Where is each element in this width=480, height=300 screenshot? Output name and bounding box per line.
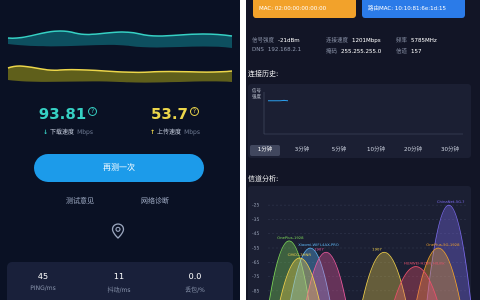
device-mac-card: MAC: 02:00:00:00:00:00 [253, 0, 356, 18]
upload-arrow-icon: ↑ [150, 129, 156, 136]
channel-y-tick-label: -55 [252, 246, 259, 252]
upload-label: 上传速度 [157, 129, 182, 136]
link-speed-info: 连接速度 1201Mbps [326, 38, 381, 44]
history-ylabel-line1: 信号 [252, 87, 261, 94]
router-mac-card: 路由MAC: 10:10:81:6e:1d:15 [362, 0, 465, 18]
signal-strength-info: 信号强度 -21dBm [252, 38, 300, 44]
network-name-label: 1907 [314, 246, 324, 251]
channel-y-tick-label: -85 [252, 288, 259, 294]
dns-info: DNS 192.168.2.1 [252, 47, 302, 53]
network-name-label: 1907 [372, 246, 382, 251]
location-pin-icon[interactable] [111, 223, 125, 239]
ping-label: PING/ms [30, 285, 56, 292]
upload-unit: Mbps [184, 129, 200, 136]
tab-5min[interactable]: 5分钟 [324, 145, 354, 156]
tab-1min[interactable]: 1分钟 [250, 145, 280, 156]
network-name-label: ChinaNet-5G-? [437, 199, 465, 204]
netmask-info: 掩码 255.255.255.0 [326, 49, 382, 55]
ping-stat: 45 PING/ms [13, 272, 73, 292]
network-name-label: CMCC-3HNR [288, 252, 312, 257]
download-info-icon[interactable]: ? [88, 107, 98, 116]
speed-waveform [7, 30, 233, 83]
packet-loss-label: 丢包/% [185, 287, 205, 294]
network-name-label: OnePlus-5G-1928 [426, 242, 460, 247]
frequency-info: 频率 5785MHz [396, 38, 437, 44]
stats-panel: 45 PING/ms 11 抖动/ms 0.0 丢包/% [7, 262, 233, 300]
speedtest-screen: 93.81? ↓ 下载速度 Mbps 53.7? ↑ 上传速度 Mbps 再测一次 测试… [0, 0, 240, 300]
channel-chart: -25 -35 -45 -55 -65 -75 -85 ChinaNet-5G-? OnePlu… [252, 199, 471, 300]
history-ylabel-line2: 强度 [252, 93, 261, 100]
channel-y-tick-label: -25 [252, 203, 259, 209]
retest-button[interactable]: 再测一次 [34, 154, 204, 182]
channel-analysis-title: 信道分析: [248, 175, 279, 183]
history-title: 连接历史: [248, 70, 279, 78]
jitter-label: 抖动/ms [107, 287, 131, 294]
channel-chart-panel: -25 -35 -45 -55 -65 -75 -85 ChinaNet-5G-? OnePlu… [248, 186, 471, 300]
download-arrow-icon: ↓ [43, 129, 49, 136]
jitter-value: 11 [113, 272, 125, 281]
channel-y-tick-label: -75 [252, 274, 259, 280]
upload-metric: 53.7? ↑ 上传速度 Mbps [125, 104, 225, 136]
tab-30min[interactable]: 30分钟 [435, 145, 465, 156]
diagnose-link[interactable]: 网络诊断 [141, 196, 169, 206]
network-name-label: OnePlus-1928 [277, 235, 304, 240]
wifi-analyzer-screen: MAC: 02:00:00:00:00:00 路由MAC: 10:10:81:6… [246, 0, 480, 300]
channel-y-tick-label: -65 [252, 260, 259, 266]
tab-20min[interactable]: 20分钟 [398, 145, 428, 156]
network-name-label: HUAWEI-H2BR_HiLink [404, 261, 446, 266]
tab-10min[interactable]: 10分钟 [361, 145, 391, 156]
download-label: 下载速度 [50, 129, 75, 136]
tab-3min[interactable]: 3分钟 [287, 145, 317, 156]
channel-y-tick-label: -35 [252, 217, 259, 223]
ping-value: 45 [37, 272, 49, 281]
upload-speed-value: 53.7 [150, 105, 188, 123]
jitter-stat: 11 抖动/ms [89, 272, 149, 294]
feedback-link[interactable]: 测试意见 [66, 196, 94, 206]
channel-y-tick-label: -45 [252, 231, 259, 237]
packet-loss-value: 0.0 [188, 272, 202, 281]
channel-info: 信道 157 [396, 49, 422, 55]
download-speed-value: 93.81 [38, 105, 87, 123]
upload-info-icon[interactable]: ? [190, 107, 199, 116]
download-metric: 93.81? ↓ 下载速度 Mbps [18, 104, 118, 136]
download-unit: Mbps [77, 129, 93, 136]
packet-loss-stat: 0.0 丢包/% [165, 272, 225, 294]
